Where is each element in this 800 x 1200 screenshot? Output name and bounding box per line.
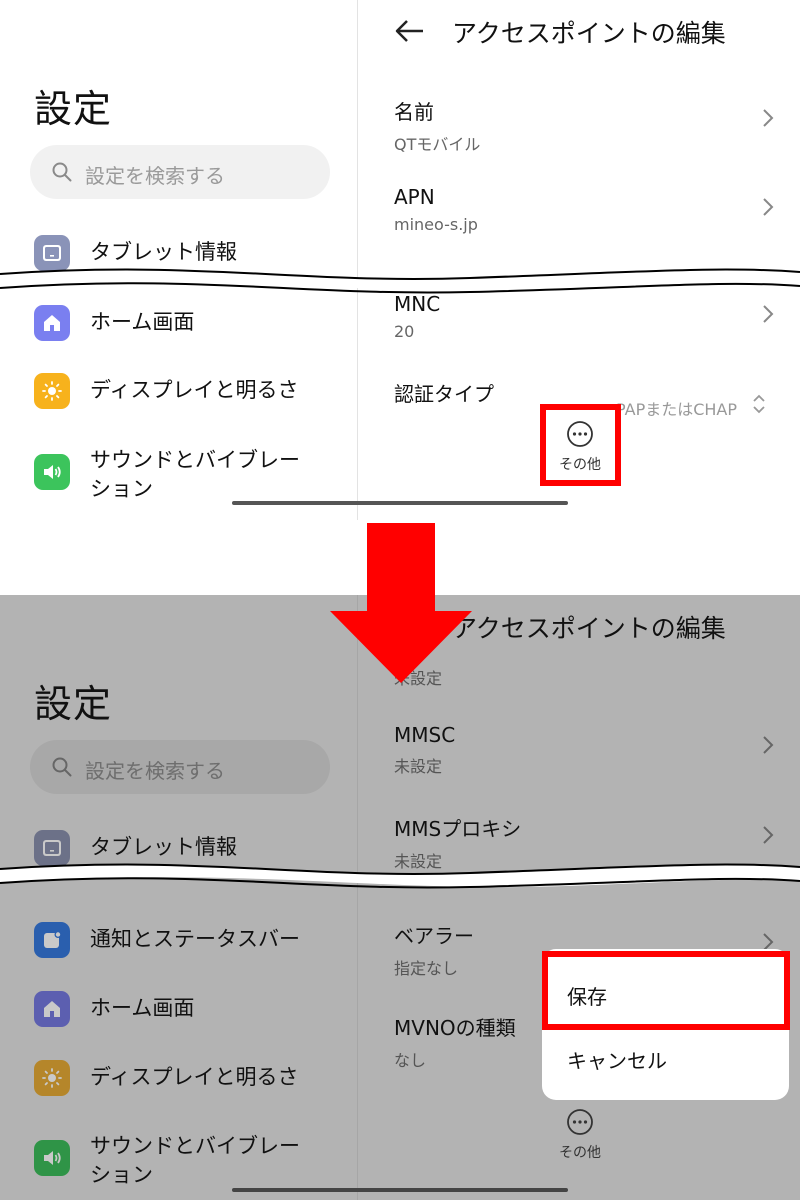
- highlight-more-button: [540, 404, 621, 486]
- settings-title: 設定: [34, 87, 113, 131]
- row-value: QTモバイル: [394, 135, 481, 154]
- home-icon: [34, 305, 70, 341]
- chevron-right-icon: [763, 305, 774, 323]
- search-icon: [52, 162, 72, 182]
- sidebar-item-label: 通知とステータスバー: [90, 927, 300, 951]
- page-title: アクセスポイントの編集: [452, 19, 726, 48]
- sidebar-item-label: ホーム画面: [90, 996, 195, 1020]
- back-arrow-icon[interactable]: [394, 16, 426, 50]
- notification-icon: [34, 922, 70, 958]
- chevron-right-icon: [763, 198, 774, 216]
- up-down-chevron-icon: [753, 394, 765, 414]
- row-value: 20: [394, 322, 415, 341]
- more-label: その他: [559, 1145, 601, 1161]
- row-label: ベアラー: [394, 924, 474, 948]
- home-icon: [34, 991, 70, 1027]
- row-label: APN: [394, 185, 435, 209]
- chevron-right-icon: [763, 736, 774, 754]
- chevron-right-icon: [763, 826, 774, 844]
- apn-row-apn[interactable]: APN mineo-s.jp: [394, 185, 774, 234]
- row-value: 未設定: [394, 757, 443, 776]
- row-value: mineo-s.jp: [394, 215, 478, 234]
- down-arrow-icon: [330, 523, 472, 683]
- auth-type-value[interactable]: PAPまたはCHAP: [616, 396, 737, 420]
- cancel-menu-item[interactable]: キャンセル: [567, 1045, 667, 1074]
- break-wave: [0, 863, 800, 889]
- home-indicator: [232, 501, 568, 505]
- apn-row-mmsc[interactable]: MMSC 未設定: [394, 723, 774, 777]
- sidebar-item-label: ホーム画面: [90, 310, 195, 334]
- row-label: MMSC: [394, 723, 456, 747]
- search-input[interactable]: 設定を検索する: [30, 740, 330, 794]
- row-label: 名前: [394, 100, 434, 124]
- page-title: アクセスポイントの編集: [452, 614, 726, 643]
- row-label: MMSプロキシ: [394, 817, 522, 841]
- sidebar-item-label-line1: サウンドとバイブレー: [90, 1134, 300, 1158]
- more-dots-icon: [567, 1109, 593, 1135]
- search-icon: [52, 757, 72, 777]
- top-screenshot: 設定 設定を検索する タブレット情報 ホーム画面 ディスプレイと明るさ サウンド…: [0, 0, 800, 520]
- chevron-right-icon: [763, 109, 774, 127]
- sun-icon: [34, 1060, 70, 1096]
- pane-divider: [357, 0, 358, 520]
- sidebar-item-label-line2: ション: [90, 1163, 153, 1187]
- speaker-icon: [34, 1140, 70, 1176]
- sidebar-item-label: ディスプレイと明るさ: [90, 1065, 299, 1089]
- search-input[interactable]: 設定を検索する: [30, 145, 330, 199]
- search-placeholder: 設定を検索する: [85, 164, 225, 188]
- search-placeholder: 設定を検索する: [85, 759, 225, 783]
- bottom-screenshot: 設定 設定を検索する タブレット情報 通知とステータスバー ホーム画面 ディスプ…: [0, 595, 800, 1200]
- highlight-save-item: [542, 951, 790, 1030]
- sidebar-item-label-line1: サウンドとバイブレー: [90, 448, 300, 472]
- speaker-icon: [34, 454, 70, 490]
- sidebar-item-label: ディスプレイと明るさ: [90, 378, 299, 402]
- home-indicator: [232, 1188, 568, 1192]
- settings-title: 設定: [34, 682, 113, 726]
- apn-row-name[interactable]: 名前 QTモバイル: [394, 96, 774, 155]
- break-wave: [0, 268, 800, 294]
- more-button[interactable]: その他: [540, 1108, 620, 1162]
- sun-icon: [34, 373, 70, 409]
- pane-divider: [357, 595, 358, 1200]
- sidebar-item-label-line2: ション: [90, 477, 153, 501]
